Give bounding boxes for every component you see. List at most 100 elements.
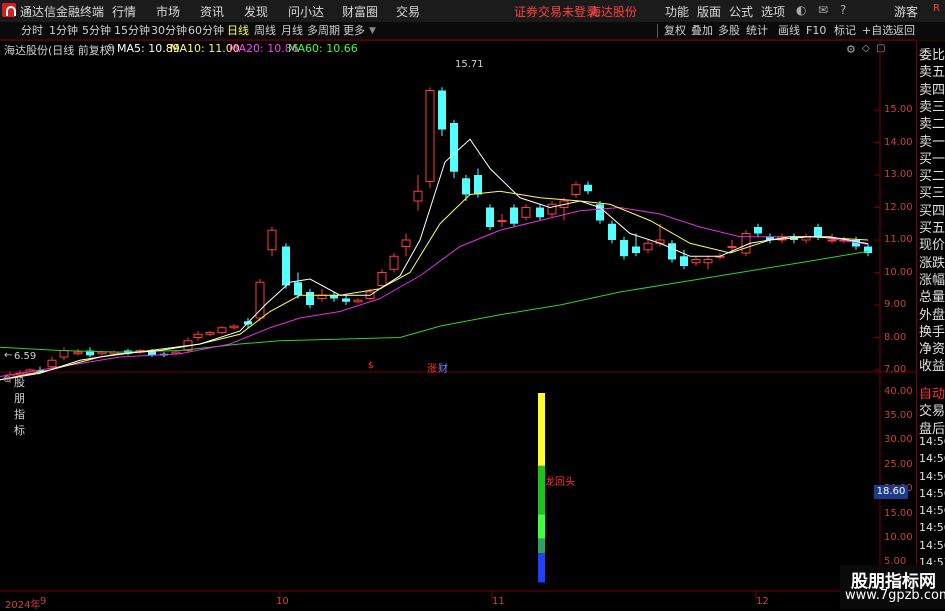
sub-chart-title: 股朋指标 [14,376,25,437]
quote-field-label: 卖四 [919,82,945,98]
candlestick[interactable] [510,204,518,227]
candlestick[interactable] [559,197,569,221]
price-tick: 9.00 [884,299,907,310]
sub-tick: 35.00 [884,410,913,421]
candlestick[interactable] [668,240,676,263]
event-up[interactable]: 涨 [427,360,437,375]
candlestick[interactable] [462,175,470,201]
candlestick[interactable] [703,256,713,270]
candlestick[interactable] [596,201,604,224]
candlestick[interactable] [59,347,69,361]
chart-canvas[interactable] [0,0,916,609]
price-tick: 8.00 [884,332,907,343]
candlestick[interactable] [294,272,302,299]
quote-field-label: 卖二 [919,117,945,133]
trade-time: 14:56 [919,434,945,448]
low-price-label: 6.59 [14,351,37,362]
date-label: 9 [40,596,47,607]
price-tick: 10.00 [884,267,913,278]
quote-field-label: 买五 [919,221,945,236]
price-tick: 15.00 [884,104,913,115]
trade-time: 14:56 [919,538,945,552]
trade-time: 交易 [919,404,945,420]
candlestick[interactable] [486,204,494,231]
trade-time: 14:56 [919,521,945,535]
candlestick[interactable] [193,331,203,341]
quote-field-label: 卖一 [919,134,945,150]
quote-field-label: 收益 [919,359,945,375]
sub-tick: 10.00 [884,532,913,543]
quote-field-label: 净资 [919,342,945,358]
candlestick[interactable] [864,243,872,257]
high-price-label: 15.71 [455,59,484,70]
trade-time: 14:56 [919,469,945,483]
candlestick[interactable] [73,348,83,356]
candlestick[interactable] [217,326,227,335]
candlestick[interactable] [267,227,277,257]
sub-tick: 30.00 [884,434,913,445]
signal-label: 龙回头 [545,477,575,488]
quote-field-label: 总量 [919,290,945,306]
price-tick: 11.00 [884,234,913,245]
quote-field-label: 卖五 [919,65,945,81]
sub-tick: 25.00 [884,459,913,470]
price-tick: 12.00 [884,202,913,213]
candlestick[interactable] [255,279,265,322]
sub-settings-icon[interactable]: ⊛ [3,374,11,385]
event-marker-icon[interactable]: $ [368,361,374,371]
candlestick[interactable] [229,324,239,330]
candlestick[interactable] [171,350,181,356]
candlestick[interactable] [643,240,653,253]
low-arrow-icon: ← [4,350,13,361]
candlestick[interactable] [691,256,701,266]
indicator-bar [538,465,545,515]
candlestick[interactable] [754,223,762,237]
candlestick[interactable] [497,214,507,227]
date-label: 11 [492,596,505,607]
quote-field-label: 现价 [919,238,945,254]
indicator-bar [538,393,545,466]
candlestick[interactable] [766,233,774,244]
candlestick[interactable] [401,233,411,257]
event-finance[interactable]: 财 [438,360,448,375]
price-tick: 14.00 [884,137,913,148]
candlestick[interactable] [450,119,458,179]
candlestick[interactable] [306,288,314,309]
candlestick[interactable] [632,233,640,257]
candlestick[interactable] [608,220,616,244]
trade-time: 14:56 [919,486,945,500]
candlestick[interactable] [389,253,399,273]
candlestick[interactable] [342,295,350,305]
indicator-bar [538,553,545,583]
quote-field-label: 卖三 [919,99,945,115]
candlestick[interactable] [282,243,290,289]
sub-tick: 15.00 [884,508,913,519]
candlestick[interactable] [571,181,581,198]
quote-field-label: 买二 [919,169,945,185]
quote-field-label: 买四 [919,203,945,219]
candlestick[interactable] [413,175,423,211]
candlestick[interactable] [801,233,811,244]
indicator-bar [538,514,545,539]
candlestick[interactable] [584,181,592,195]
candlestick[interactable] [536,204,544,221]
r-indicator-icon: R [933,3,940,14]
trade-time: 14:56 [919,504,945,518]
candlestick[interactable] [86,347,94,357]
ma60-line [0,250,869,353]
trade-time: 14:56 [919,452,945,466]
quote-field-label: 涨幅 [919,272,945,288]
sub-tick: 40.00 [884,386,913,397]
candlestick[interactable] [353,298,363,304]
candlestick[interactable] [521,204,531,221]
quote-field-label: 买一 [919,151,945,167]
candlestick[interactable] [620,236,628,260]
candlestick[interactable] [205,331,215,336]
watermark-url: www.7gpzb.com [845,588,945,603]
auto-mode-toggle[interactable]: 自动 [919,383,945,402]
candlestick[interactable] [425,87,435,188]
candlestick[interactable] [547,201,557,218]
trade-time: 盘后 [919,421,945,437]
price-tick: 7.00 [884,364,907,375]
candlestick[interactable] [438,87,446,136]
